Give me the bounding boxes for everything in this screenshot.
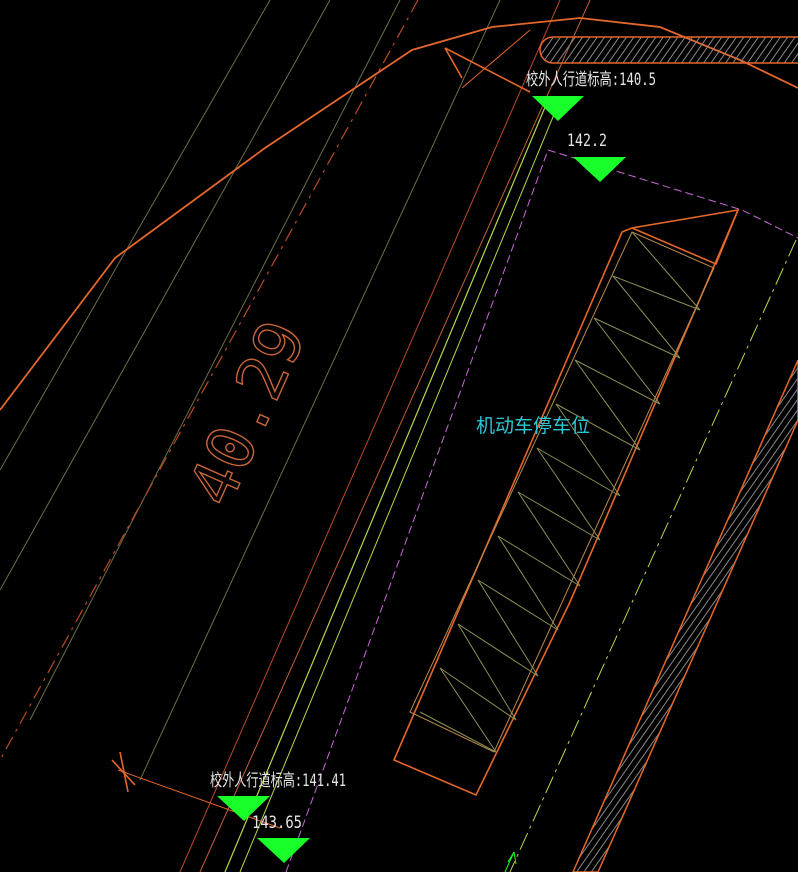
dimension-label: 40.29 [175,310,321,516]
elevation-marker-1: 校外人行道标高:140.5 [526,70,656,121]
parking-bay [392,208,740,797]
elevation-label: 143.65 [252,813,302,833]
elevation-marker-2: 142.2 [567,131,626,182]
cad-drawing-canvas: 40.29 机动车停车位 校外人行道标高:140.5 142.2 校外人行道标高… [0,0,798,872]
curb-right [572,359,798,872]
elevation-triangle-icon [257,838,310,863]
elevation-label: 校外人行道标高:141.41 [210,771,346,791]
parking-zone-label: 机动车停车位 [476,415,590,437]
curb-top [539,36,798,64]
elevation-marker-4: 143.65 [252,813,310,863]
elevation-label: 142.2 [567,131,607,151]
parking-stall-lines [419,231,701,753]
property-line [285,149,798,872]
elevation-triangle-icon [573,157,626,182]
lane-lines [224,99,797,872]
elevation-label: 校外人行道标高:140.5 [526,70,656,90]
elevation-triangle-icon [532,96,584,121]
